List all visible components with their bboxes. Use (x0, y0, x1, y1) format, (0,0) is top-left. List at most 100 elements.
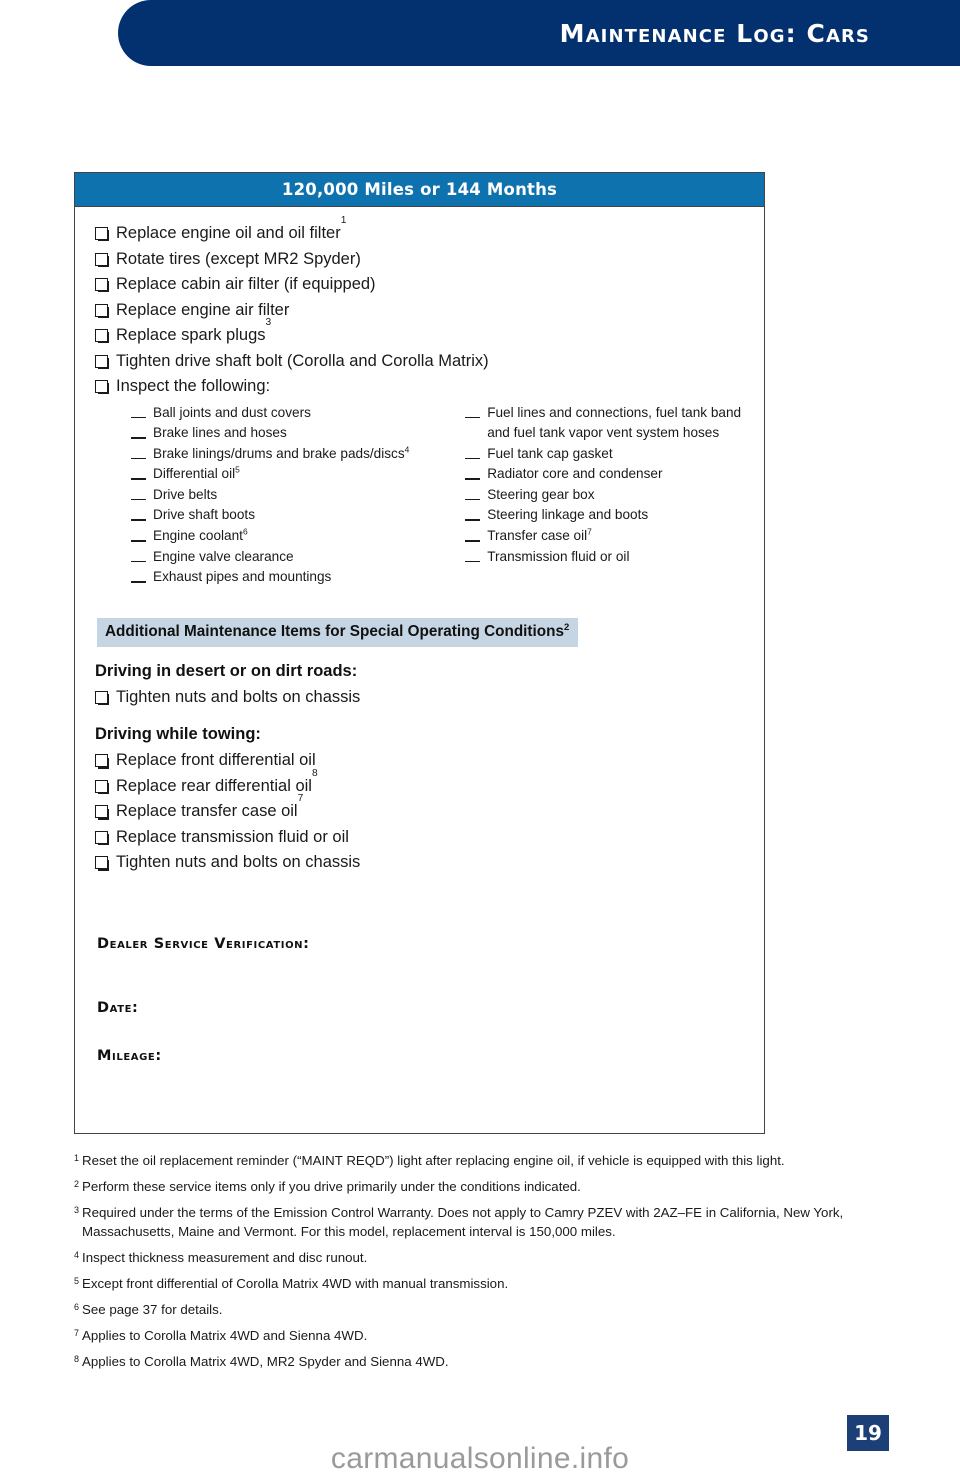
checkbox-icon[interactable] (95, 329, 110, 344)
footnote: 6 See page 37 for details. (74, 1301, 884, 1320)
dealer-verification-label: Dealer Service Verification: (97, 935, 310, 952)
desert-driving-checklist: Tighten nuts and bolts on chassis (95, 685, 746, 711)
blank-line-icon[interactable] (465, 457, 481, 460)
inspect-column-left: Ball joints and dust covers Brake lines … (131, 403, 427, 588)
list-item-label: Engine coolant (153, 528, 243, 544)
list-item[interactable]: Exhaust pipes and mountings (131, 567, 427, 588)
blank-line-icon[interactable] (465, 519, 481, 522)
checkbox-icon[interactable] (95, 754, 110, 769)
checkbox-icon[interactable] (95, 380, 110, 395)
checkbox-icon[interactable] (95, 252, 110, 267)
list-item[interactable]: Transfer case oil7 (465, 526, 746, 547)
list-item[interactable]: Differential oil5 (131, 464, 427, 485)
list-item[interactable]: Brake linings/drums and brake pads/discs… (131, 444, 427, 465)
blank-line-icon[interactable] (131, 457, 146, 460)
dealer-verification-block: Dealer Service Verification: Date: Milea… (95, 936, 746, 1064)
additional-maintenance-label: Additional Maintenance Items for Special… (105, 622, 564, 640)
inspect-list-left: Ball joints and dust covers Brake lines … (131, 403, 427, 588)
blank-line-icon[interactable] (465, 498, 481, 501)
list-item[interactable]: Tighten drive shaft bolt (Corolla and Co… (95, 349, 746, 375)
list-item-label: Inspect the following: (116, 377, 271, 395)
footnote-text: Perform these service items only if you … (82, 1179, 581, 1194)
checkbox-icon[interactable] (95, 354, 110, 369)
checkbox-icon[interactable] (95, 278, 110, 293)
footnote-number: 2 (74, 1179, 80, 1189)
list-item[interactable]: Replace transfer case oil 7 (95, 794, 746, 825)
list-item[interactable]: Steering linkage and boots (465, 505, 746, 526)
checkbox-icon[interactable] (95, 303, 110, 318)
list-item[interactable]: Fuel tank cap gasket (465, 444, 746, 465)
footnote-text: See page 37 for details. (82, 1301, 223, 1317)
list-item[interactable]: Rotate tires (except MR2 Spyder) (95, 247, 746, 273)
list-item[interactable]: Transmission fluid or oil (465, 547, 746, 568)
blank-line-icon[interactable] (131, 416, 146, 419)
list-item[interactable]: Fuel lines and connections, fuel tank ba… (465, 403, 746, 444)
checkbox-icon[interactable] (95, 830, 110, 846)
list-item-label: Steering linkage and boots (487, 507, 649, 523)
list-item[interactable]: Tighten nuts and bolts on chassis (95, 850, 746, 876)
list-item[interactable]: Replace transmission fluid or oil (95, 825, 746, 851)
list-item-label: Drive belts (153, 486, 218, 502)
footnote-number: 3 (74, 1205, 80, 1215)
blank-line-icon[interactable] (131, 498, 146, 501)
list-item[interactable]: Ball joints and dust covers (131, 403, 427, 424)
log-interval-title-bar: 120,000 Miles or 144 Months (75, 173, 764, 207)
list-item[interactable]: Engine valve clearance (131, 547, 427, 568)
list-item[interactable]: Steering gear box (465, 485, 746, 506)
list-item-label: Replace engine air filter (116, 300, 290, 319)
footnote-text: Except front differential of Corolla Mat… (82, 1275, 509, 1291)
list-item-label: Differential oil (153, 466, 236, 482)
footnote: 2 Perform these service items only if yo… (74, 1178, 884, 1197)
additional-maintenance-band: Additional Maintenance Items for Special… (97, 617, 579, 647)
checkbox-icon[interactable] (95, 856, 110, 871)
checkbox-icon[interactable] (95, 227, 110, 242)
list-item[interactable]: Radiator core and condenser (465, 464, 746, 485)
footnote-text: Inspect thickness measurement and disc r… (82, 1249, 368, 1265)
blank-line-icon[interactable] (131, 540, 146, 542)
list-item[interactable]: Engine coolant6 (131, 526, 427, 547)
list-item[interactable]: Replace front differential oil (95, 748, 746, 774)
blank-line-icon[interactable] (131, 437, 146, 439)
list-item-label: Brake linings/drums and brake pads/discs (153, 445, 405, 461)
blank-line-icon[interactable] (465, 540, 481, 542)
inspect-two-column-wrap: Ball joints and dust covers Brake lines … (95, 403, 746, 588)
list-item[interactable]: Brake lines and hoses (131, 423, 427, 444)
log-interval-title: 120,000 Miles or 144 Months (281, 180, 558, 199)
list-item-label: Replace cabin air filter (if equipped) (116, 275, 376, 293)
list-item[interactable]: Replace engine oil and oil filter 1 (95, 215, 746, 247)
blank-line-icon[interactable] (465, 416, 481, 419)
list-item-label: Steering gear box (487, 486, 595, 502)
list-item[interactable]: Drive belts (131, 485, 427, 506)
date-write-area[interactable] (97, 1016, 746, 1048)
list-item-label: Radiator core and condenser (487, 466, 663, 482)
list-item[interactable]: Drive shaft boots (131, 505, 427, 526)
list-item-label: Ball joints and dust covers (153, 404, 311, 420)
footnote-number: 6 (74, 1301, 80, 1312)
list-item[interactable]: Replace spark plugs 3 (95, 317, 746, 349)
checkbox-icon[interactable] (95, 690, 110, 706)
list-item-label: Tighten drive shaft bolt (Corolla and Co… (116, 351, 489, 370)
list-item-label: Tighten nuts and bolts on chassis (116, 853, 361, 872)
list-item[interactable]: Replace cabin air filter (if equipped) (95, 272, 746, 298)
blank-line-icon[interactable] (465, 478, 481, 480)
checkbox-icon[interactable] (95, 779, 110, 795)
header-banner: Maintenance Log: Cars (118, 0, 960, 66)
blank-line-icon[interactable] (131, 519, 146, 522)
log-body: Replace engine oil and oil filter 1 Rotat… (75, 207, 764, 1064)
checkbox-icon[interactable] (95, 805, 110, 820)
list-item[interactable]: Replace engine air filter (95, 298, 746, 324)
blank-line-icon[interactable] (131, 581, 146, 583)
towing-driving-checklist: Replace front differential oil Replace r… (95, 748, 746, 876)
towing-driving-heading: Driving while towing: (95, 725, 261, 744)
list-item[interactable]: Replace rear differential oil 8 (95, 768, 746, 800)
list-item[interactable]: Inspect the following: (95, 374, 746, 400)
footnote-text: Required under the terms of the Emission… (82, 1205, 844, 1239)
list-item[interactable]: Tighten nuts and bolts on chassis (95, 685, 746, 711)
dealer-verification-write-area[interactable] (97, 952, 746, 1000)
footnote: 3 Required under the terms of the Emissi… (74, 1204, 884, 1241)
blank-line-icon[interactable] (131, 560, 146, 563)
blank-line-icon[interactable] (465, 560, 481, 563)
blank-line-icon[interactable] (131, 478, 146, 480)
footnote-text: Reset the oil replacement reminder (“MAI… (82, 1153, 785, 1168)
footnote: 7 Applies to Corolla Matrix 4WD and Sien… (74, 1327, 884, 1346)
